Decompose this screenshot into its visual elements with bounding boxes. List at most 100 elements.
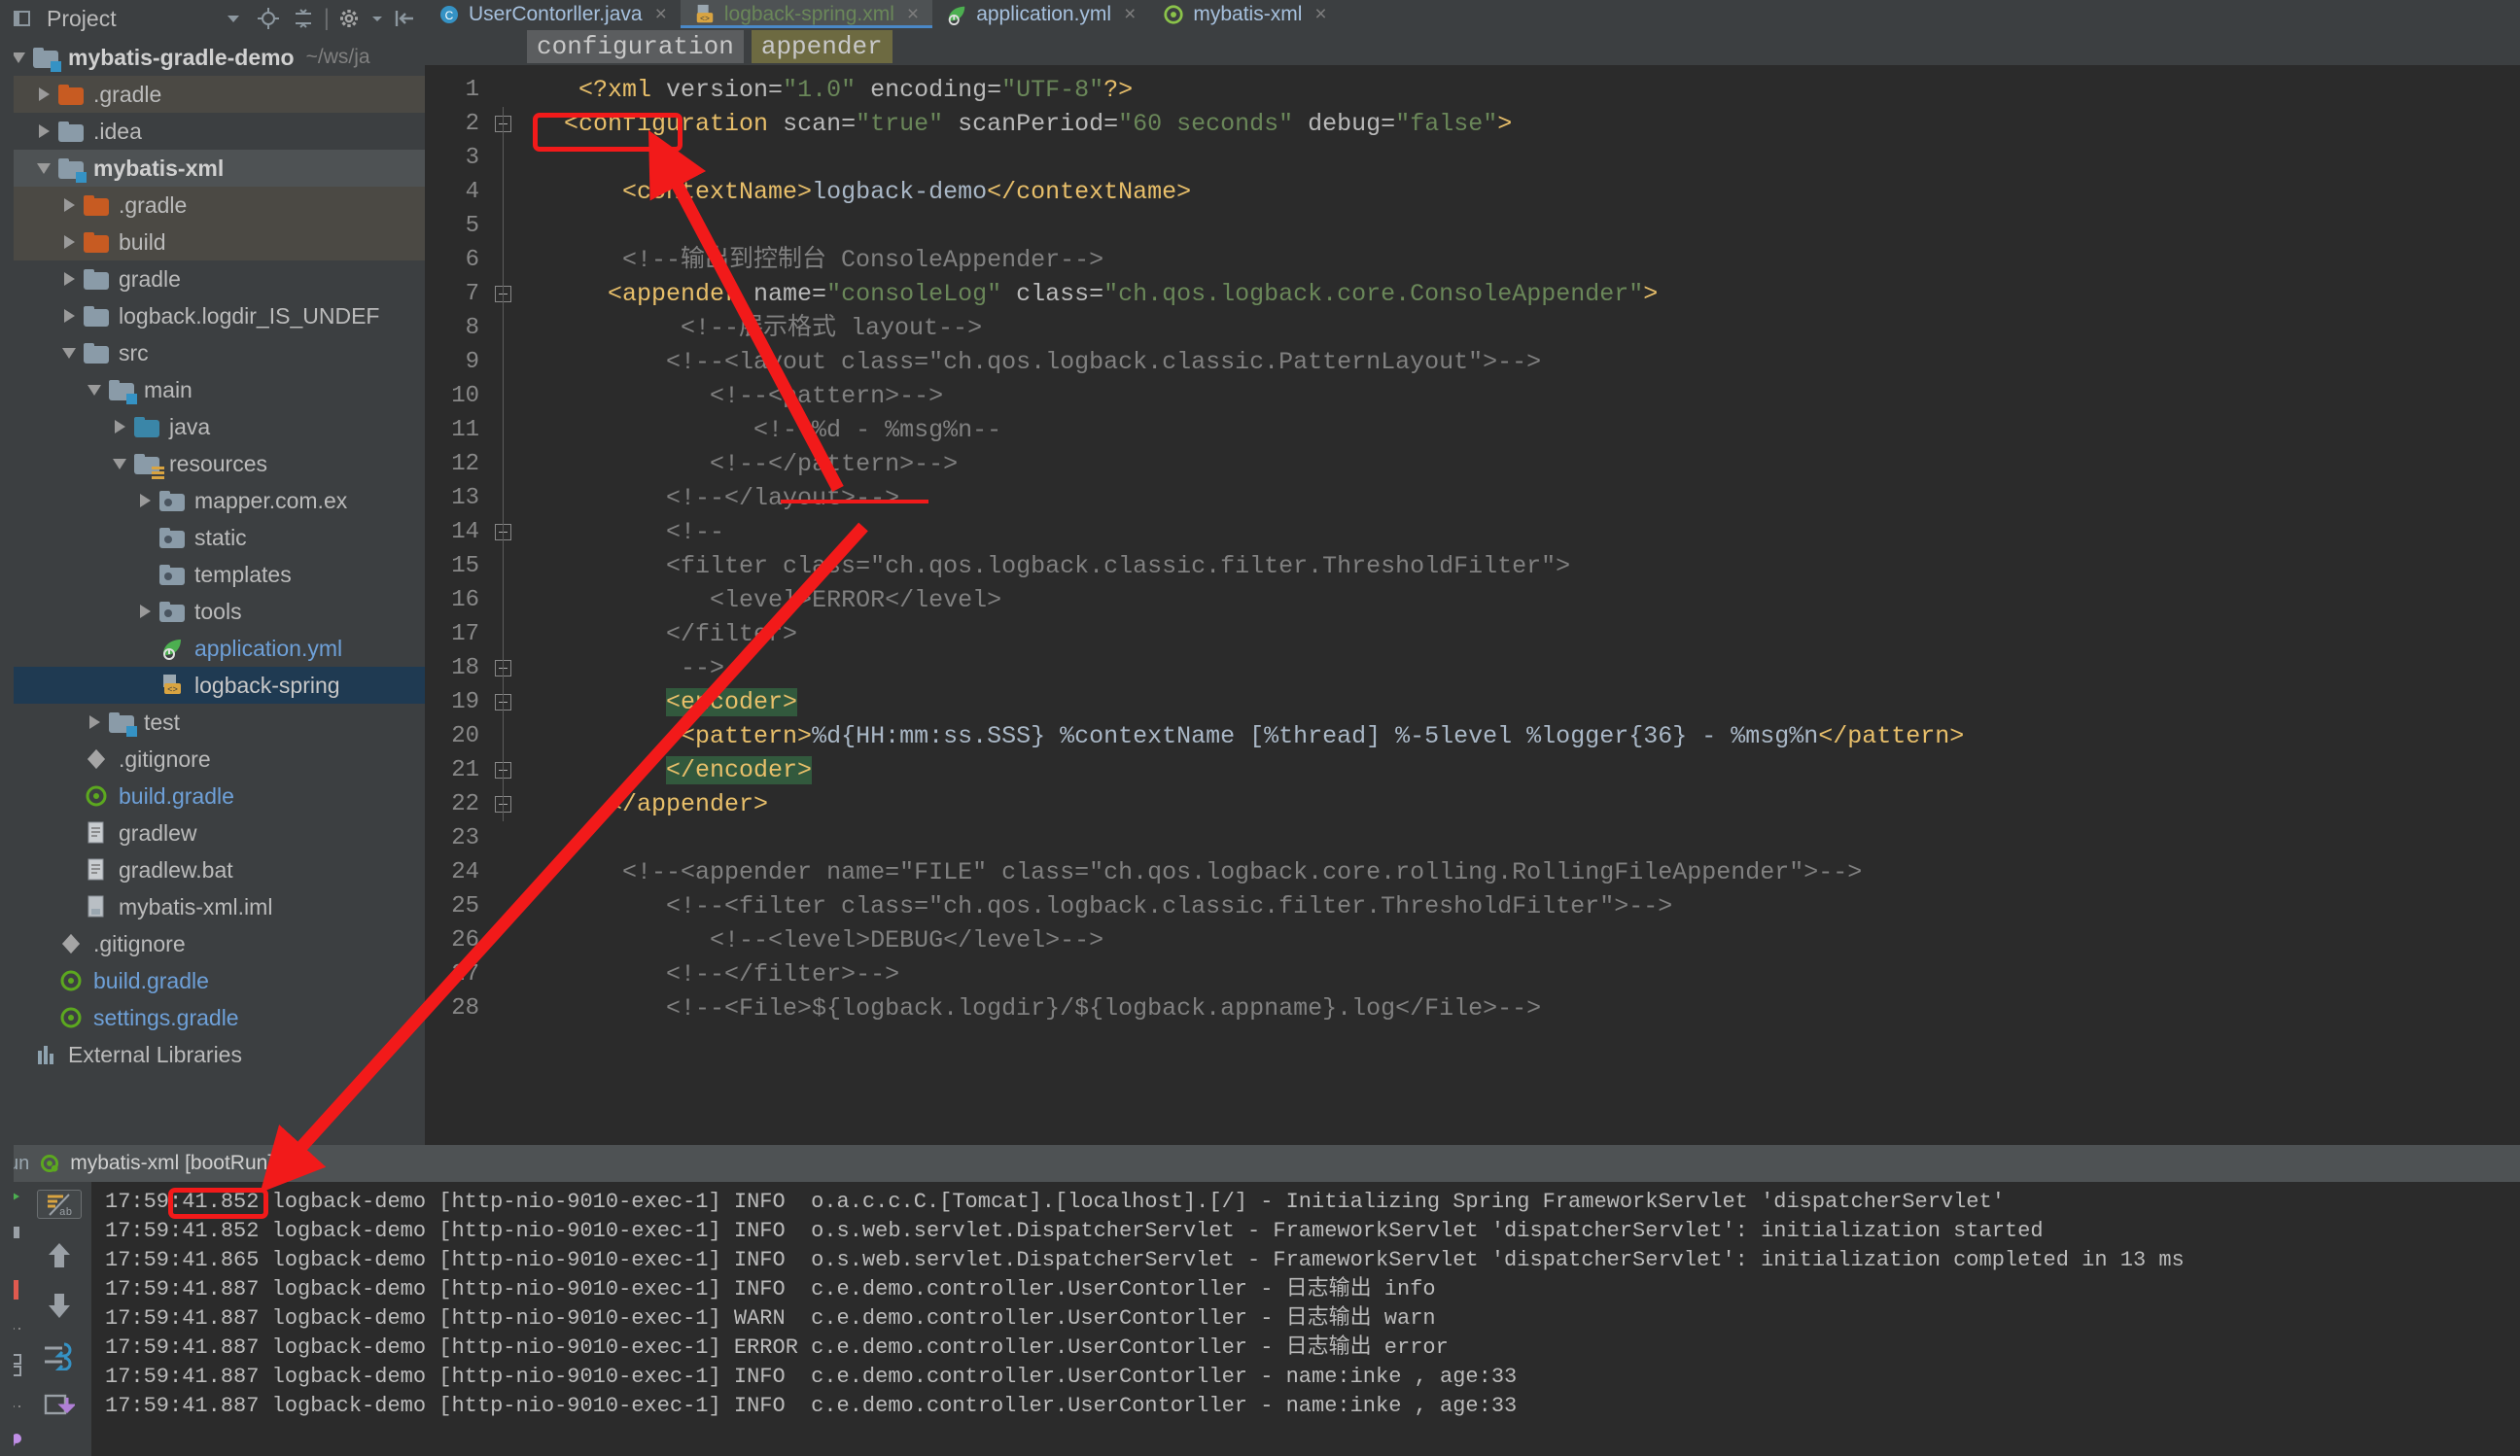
code-line[interactable]: <!--<File>${logback.logdir}/${logback.ap…	[520, 991, 2520, 1025]
code-line[interactable]: <configuration scan="true" scanPeriod="6…	[520, 107, 2520, 141]
tree-node[interactable]: java	[0, 408, 425, 445]
fold-marker[interactable]	[487, 107, 520, 141]
chevron-right-icon[interactable]	[31, 113, 56, 150]
tree-node[interactable]: application.yml	[0, 630, 425, 667]
tree-node[interactable]: External Libraries	[0, 1036, 425, 1073]
editor-tab[interactable]: mybatis-xml ×	[1149, 0, 1340, 28]
close-icon[interactable]: ×	[907, 3, 919, 26]
editor-tab[interactable]: <> logback-spring.xml ×	[680, 0, 933, 28]
tree-node[interactable]: settings.gradle	[0, 999, 425, 1036]
chevron-right-icon[interactable]	[132, 593, 158, 630]
tree-node[interactable]: test	[0, 704, 425, 741]
soft-wrap-icon[interactable]: ab	[37, 1190, 82, 1219]
chevron-down-icon[interactable]	[56, 334, 82, 371]
console-output[interactable]: 17:59:41.852 logback-demo [http-nio-9010…	[91, 1182, 2520, 1456]
fold-marker[interactable]	[487, 685, 520, 719]
code-folding-gutter[interactable]	[487, 65, 520, 1145]
code-line[interactable]: <!--<layout class="ch.qos.logback.classi…	[520, 345, 2520, 379]
hide-window-icon[interactable]	[390, 4, 419, 33]
chevron-down-icon[interactable]	[219, 4, 248, 33]
code-line[interactable]: <appender name="consoleLog" class="ch.qo…	[520, 277, 2520, 311]
scroll-up-icon[interactable]	[37, 1240, 82, 1269]
tree-node[interactable]: .gradle	[0, 76, 425, 113]
code-line[interactable]: <!--</pattern>-->	[520, 447, 2520, 481]
chevron-right-icon[interactable]	[56, 224, 82, 260]
breadcrumb-item[interactable]: appender	[751, 30, 892, 63]
code-line[interactable]: <!--</filter>-->	[520, 957, 2520, 991]
tree-node[interactable]: resources	[0, 445, 425, 482]
code-line[interactable]: <!--%d - %msg%n--	[520, 413, 2520, 447]
tree-node[interactable]: .gradle	[0, 187, 425, 224]
chevron-right-icon[interactable]	[31, 76, 56, 113]
code-line[interactable]: <!--输出到控制台 ConsoleAppender-->	[520, 243, 2520, 277]
code-line[interactable]: <filter class="ch.qos.logback.classic.fi…	[520, 549, 2520, 583]
tree-node[interactable]: .gitignore	[0, 741, 425, 778]
settings-gear-icon[interactable]	[335, 4, 365, 33]
tree-node[interactable]: logback.logdir_IS_UNDEF	[0, 297, 425, 334]
chevron-down-icon[interactable]	[31, 150, 56, 187]
wrap-lines-icon[interactable]	[37, 1341, 82, 1370]
close-icon[interactable]: ×	[1314, 3, 1326, 26]
tree-node[interactable]: gradle	[0, 260, 425, 297]
tree-node[interactable]: mybatis-xml.iml	[0, 888, 425, 925]
code-line[interactable]: <contextName>logback-demo</contextName>	[520, 175, 2520, 209]
fold-marker[interactable]	[487, 515, 520, 549]
chevron-right-icon[interactable]	[56, 297, 82, 334]
tree-node[interactable]: tools	[0, 593, 425, 630]
code-line[interactable]	[520, 209, 2520, 243]
tree-node[interactable]: .gitignore	[0, 925, 425, 962]
tree-node[interactable]: static	[0, 519, 425, 556]
code-line[interactable]: <!--<appender name="FILE" class="ch.qos.…	[520, 855, 2520, 889]
chevron-down-icon[interactable]	[82, 371, 107, 408]
export-icon[interactable]	[37, 1392, 82, 1421]
tree-node[interactable]: build.gradle	[0, 778, 425, 815]
breadcrumb[interactable]: configuration appender	[425, 28, 2520, 65]
editor-tab-bar[interactable]: C UserContorller.java × <> logback-spring.xm…	[425, 0, 2520, 28]
code-line[interactable]: <encoder>	[520, 685, 2520, 719]
code-line[interactable]: <level>ERROR</level>	[520, 583, 2520, 617]
tree-node[interactable]: templates	[0, 556, 425, 593]
code-line[interactable]: <!--	[520, 515, 2520, 549]
chevron-right-icon[interactable]	[82, 704, 107, 741]
scroll-down-icon[interactable]	[37, 1291, 82, 1320]
code-editor[interactable]: 1 2 3 4 5 6 7 8 9 10 11 12 13 14 15 16 17 18 19 20 21 22 23 24 2…	[425, 65, 2520, 1145]
close-icon[interactable]: ×	[1124, 3, 1136, 26]
tree-node[interactable]: main	[0, 371, 425, 408]
code-line[interactable]: <!--</layout>-->	[520, 481, 2520, 515]
tree-node[interactable]: <> logback-spring	[0, 667, 425, 704]
code-line[interactable]: </encoder>	[520, 753, 2520, 787]
tree-node[interactable]: src	[0, 334, 425, 371]
tree-node[interactable]: gradlew	[0, 815, 425, 851]
code-line[interactable]: -->	[520, 651, 2520, 685]
tree-node[interactable]: .idea	[0, 113, 425, 150]
locate-icon[interactable]	[254, 4, 283, 33]
collapse-all-icon[interactable]	[289, 4, 318, 33]
tree-node[interactable]: build.gradle	[0, 962, 425, 999]
breadcrumb-item[interactable]: configuration	[527, 30, 744, 63]
code-line[interactable]: </filter>	[520, 617, 2520, 651]
tree-node[interactable]: mybatis-xml	[0, 150, 425, 187]
chevron-right-icon[interactable]	[107, 408, 132, 445]
code-line[interactable]	[520, 141, 2520, 175]
code-line[interactable]	[520, 821, 2520, 855]
editor-tab[interactable]: application.yml ×	[932, 0, 1149, 28]
code-line[interactable]: </appender>	[520, 787, 2520, 821]
fold-marker[interactable]	[487, 753, 520, 787]
settings-chevron-icon[interactable]	[370, 4, 384, 33]
code-line[interactable]: <!--<filter class="ch.qos.logback.classi…	[520, 889, 2520, 923]
code-line[interactable]: <!--展示格式 layout-->	[520, 311, 2520, 345]
close-icon[interactable]: ×	[655, 3, 667, 26]
code-line[interactable]: <pattern>%d{HH:mm:ss.SSS} %contextName […	[520, 719, 2520, 753]
code-line[interactable]: <!--<level>DEBUG</level>-->	[520, 923, 2520, 957]
editor-tab[interactable]: C UserContorller.java ×	[425, 0, 681, 28]
chevron-down-icon[interactable]	[107, 445, 132, 482]
tree-node[interactable]: mapper.com.ex	[0, 482, 425, 519]
fold-marker[interactable]	[487, 787, 520, 821]
project-tree[interactable]: mybatis-gradle-demo ~/ws/ja .gradle .idea my…	[0, 37, 425, 1145]
console-toolbar[interactable]: ab >>	[27, 1182, 91, 1456]
code-content[interactable]: <?xml version="1.0" encoding="UTF-8"?> <…	[520, 65, 2520, 1145]
chevron-right-icon[interactable]	[56, 260, 82, 297]
code-line[interactable]: <!--<pattern>-->	[520, 379, 2520, 413]
code-line[interactable]: <?xml version="1.0" encoding="UTF-8"?>	[520, 73, 2520, 107]
chevron-right-icon[interactable]	[56, 187, 82, 224]
